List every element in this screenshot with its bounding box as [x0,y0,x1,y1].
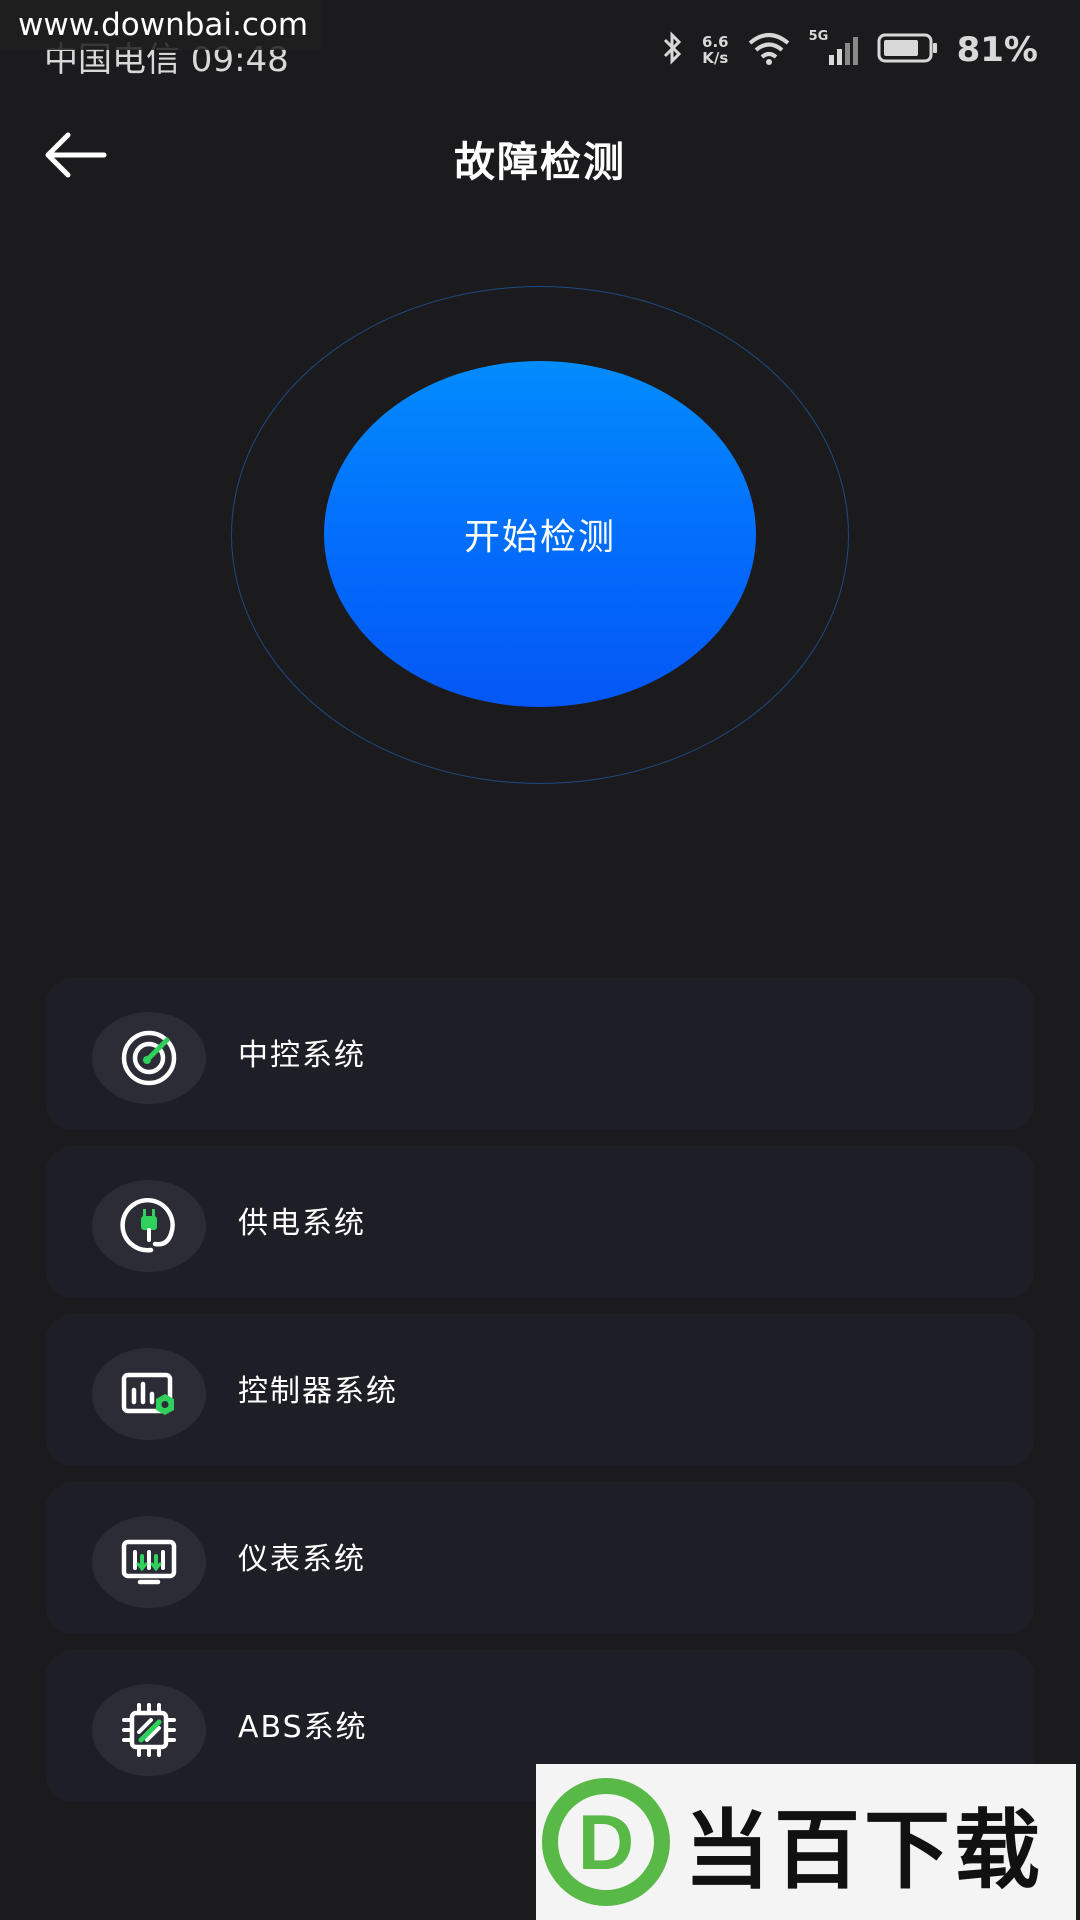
page-title: 故障检测 [454,138,626,186]
signal-icon: 5G [809,29,859,67]
system-item-label: 仪表系统 [238,1542,366,1577]
system-item-label: 供电系统 [238,1206,366,1241]
watermark-url: www.downbai.com [0,0,322,50]
net-speed: 6.6 K/s [702,33,729,67]
start-scan-label: 开始检测 [463,517,616,558]
wifi-icon [747,31,791,69]
d-logo-icon: D [542,1778,670,1906]
system-item-label: 控制器系统 [238,1374,398,1409]
status-icons: 6.6 K/s 5G 81% [662,29,1038,70]
system-item-label: 中控系统 [238,1038,366,1073]
system-item-label: ABS系统 [238,1710,368,1745]
system-list: 中控系统 供电系统 控制器系统 仪表系统 ABS系统 [46,978,1034,1818]
battery-percent: 81% [956,30,1038,70]
watermark-logo: D 当百下载 [536,1764,1076,1920]
bluetooth-icon [662,31,684,69]
controller-chart-icon [92,1348,206,1440]
system-item-controller[interactable]: 控制器系统 [46,1314,1034,1466]
system-item-instrument[interactable]: 仪表系统 [46,1482,1034,1634]
power-plug-icon [92,1180,206,1272]
dashboard-monitor-icon [92,1516,206,1608]
watermark-text: 当百下载 [684,1800,1044,1901]
system-item-power-supply[interactable]: 供电系统 [46,1146,1034,1298]
start-scan-button[interactable]: 开始检测 [324,361,756,707]
chip-icon [92,1684,206,1776]
header: 故障检测 [0,110,1080,202]
battery-icon [877,33,939,67]
radar-icon [92,1012,206,1104]
system-item-central-control[interactable]: 中控系统 [46,978,1034,1130]
